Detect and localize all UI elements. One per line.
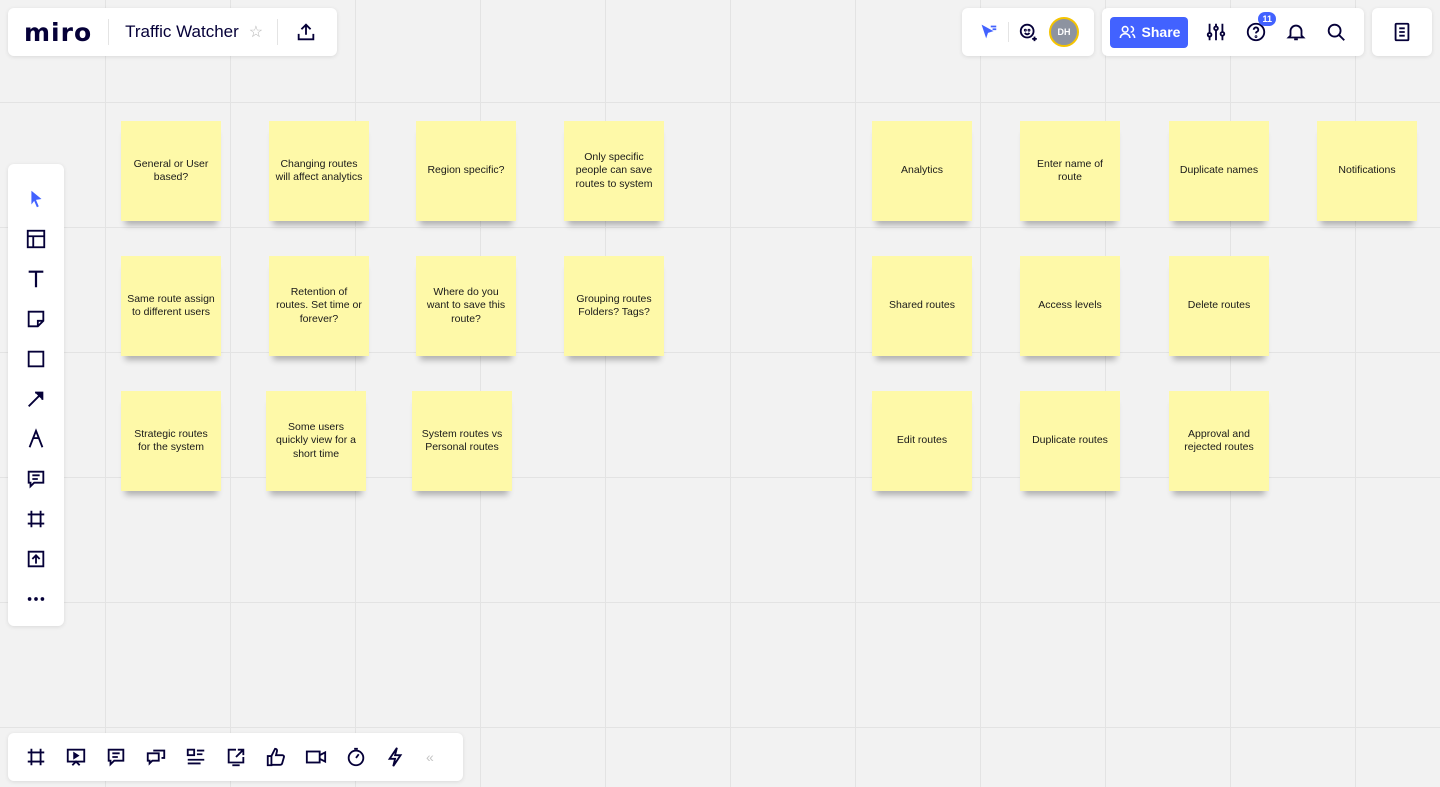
collapse-toolbar-icon[interactable]: « (426, 749, 434, 765)
sticky-note-text: Notifications (1338, 164, 1396, 177)
voting-icon[interactable] (260, 741, 292, 773)
more-icon[interactable] (20, 579, 52, 619)
sticky-note-text: Shared routes (889, 299, 955, 312)
video-icon[interactable] (300, 741, 332, 773)
left-toolbar (8, 164, 64, 626)
notifications-bell-icon[interactable] (1280, 16, 1312, 48)
board-title[interactable]: Traffic Watcher (125, 22, 239, 42)
help-badge: 11 (1258, 12, 1276, 26)
pen-icon[interactable] (20, 419, 52, 459)
sticky-note-text: Some users quickly view for a short time (276, 420, 356, 460)
sticky-note-text: Where do you want to save this route? (426, 285, 506, 325)
help-icon[interactable]: 11 (1240, 12, 1276, 48)
chat-icon[interactable] (140, 741, 172, 773)
sticky-note[interactable]: Only specific people can save routes to … (564, 121, 664, 221)
sticky-note-text: Region specific? (427, 164, 505, 177)
sticky-note[interactable]: Notifications (1317, 121, 1417, 221)
top-right-toolbar: Share 11 (1102, 8, 1364, 56)
select-icon[interactable] (20, 179, 52, 219)
sticky-note[interactable]: Approval and rejected routes (1169, 391, 1269, 491)
sticky-note-text: Grouping routes Folders? Tags? (576, 292, 652, 319)
templates-icon[interactable] (20, 219, 52, 259)
sticky-note[interactable]: Same route assign to different users (121, 256, 221, 356)
notes-panel (1372, 8, 1432, 56)
sticky-note-text: Analytics (900, 164, 943, 177)
search-icon[interactable] (1320, 16, 1352, 48)
sticky-note-icon[interactable] (20, 299, 52, 339)
sticky-note[interactable]: Edit routes (872, 391, 972, 491)
divider (108, 19, 110, 45)
sticky-note[interactable]: General or User based? (121, 121, 221, 221)
sticky-note-text: Duplicate names (1179, 164, 1259, 177)
sticky-note-text: General or User based? (133, 157, 209, 184)
sticky-note[interactable]: Grouping routes Folders? Tags? (564, 256, 664, 356)
shape-icon[interactable] (20, 339, 52, 379)
cursor-icon[interactable] (972, 16, 1004, 48)
sticky-note[interactable]: Duplicate routes (1020, 391, 1120, 491)
sticky-note[interactable]: Enter name of route (1020, 121, 1120, 221)
frame-icon[interactable] (20, 499, 52, 539)
sticky-note[interactable]: Strategic routes for the system (121, 391, 221, 491)
sticky-note[interactable]: Region specific? (416, 121, 516, 221)
sticky-note-text: Duplicate routes (1032, 434, 1108, 447)
upload-icon[interactable] (20, 539, 52, 579)
card-icon[interactable] (180, 741, 212, 773)
sticky-note[interactable]: Duplicate names (1169, 121, 1269, 221)
avatar[interactable]: DH (1049, 17, 1079, 47)
sticky-note-text: Approval and rejected routes (1184, 427, 1254, 454)
sticky-note-text: System routes vs Personal routes (421, 427, 503, 454)
sticky-note[interactable]: Shared routes (872, 256, 972, 356)
comments-icon[interactable] (100, 741, 132, 773)
star-icon[interactable]: ☆ (249, 22, 263, 42)
divider (1008, 22, 1009, 42)
miro-logo[interactable]: miro (24, 18, 92, 47)
sticky-note-text: Edit routes (896, 434, 948, 447)
add-reaction-icon[interactable] (1013, 16, 1045, 48)
bottom-toolbar: « (8, 733, 463, 781)
collaboration-panel: DH (962, 8, 1094, 56)
sticky-note[interactable]: Some users quickly view for a short time (266, 391, 366, 491)
text-icon[interactable] (20, 259, 52, 299)
sticky-note-text: Retention of routes. Set time or forever… (276, 285, 362, 325)
sticky-note-text: Changing routes will affect analytics (275, 157, 363, 184)
share-button[interactable]: Share (1110, 16, 1188, 48)
presentation-icon[interactable] (60, 741, 92, 773)
upload-icon[interactable] (290, 16, 322, 48)
sticky-note[interactable]: Where do you want to save this route? (416, 256, 516, 356)
sticky-note-text: Strategic routes for the system (134, 427, 208, 454)
sticky-note[interactable]: Access levels (1020, 256, 1120, 356)
settings-sliders-icon[interactable] (1200, 16, 1232, 48)
sticky-note-text: Delete routes (1187, 299, 1251, 312)
sticky-note-text: Access levels (1038, 299, 1102, 312)
timer-icon[interactable] (340, 741, 372, 773)
sticky-note[interactable]: System routes vs Personal routes (412, 391, 512, 491)
notes-icon[interactable] (1386, 16, 1418, 48)
sticky-note[interactable]: Analytics (872, 121, 972, 221)
sticky-note[interactable]: Delete routes (1169, 256, 1269, 356)
frames-icon[interactable] (20, 741, 52, 773)
share-screen-icon[interactable] (220, 741, 252, 773)
board-header: miro Traffic Watcher ☆ (8, 8, 337, 56)
sticky-note-text: Same route assign to different users (127, 292, 215, 319)
sticky-note-text: Only specific people can save routes to … (575, 150, 653, 190)
share-label: Share (1141, 24, 1181, 40)
arrow-icon[interactable] (20, 379, 52, 419)
sticky-note[interactable]: Changing routes will affect analytics (269, 121, 369, 221)
sticky-note[interactable]: Retention of routes. Set time or forever… (269, 256, 369, 356)
comment-icon[interactable] (20, 459, 52, 499)
sticky-note-text: Enter name of route (1037, 157, 1103, 184)
divider (277, 19, 279, 45)
activity-icon[interactable] (380, 741, 412, 773)
